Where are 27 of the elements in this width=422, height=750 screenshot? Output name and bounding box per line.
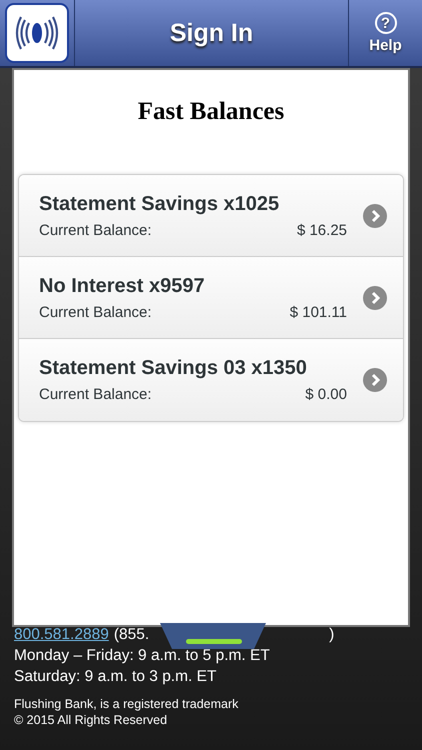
hours-text: Monday – Friday: 9 a.m. to 5 p.m. ET: [14, 646, 271, 666]
chevron-right-icon: [363, 368, 387, 392]
balance-label: Current Balance:: [39, 222, 152, 238]
balance-label: Current Balance:: [39, 304, 152, 320]
account-name: Statement Savings 03 x1350: [39, 357, 308, 380]
legal-text: © 2015 All Rights Reserved: [14, 712, 168, 728]
screen-title: Sign In: [170, 18, 254, 48]
account-row[interactable]: No Interest x9597 Current Balance: $ 101.11: [19, 257, 403, 339]
account-name: Statement Savings x1025: [39, 192, 280, 216]
hours-text: Saturday: 9 a.m. to 3 p.m. ET: [14, 667, 218, 687]
balance-label: Current Balance:: [39, 386, 152, 403]
account-row[interactable]: Statement Savings 03 x1350 Current Balance: $ 0.00: [19, 339, 403, 421]
chevron-right-icon: [363, 286, 387, 310]
balance-amount: $ 16.25: [296, 222, 347, 238]
help-button[interactable]: ? Help: [348, 0, 422, 66]
phone-text: (855.: [114, 625, 150, 645]
account-name: No Interest x9597: [39, 274, 206, 298]
legal-text: Flushing Bank, is a registered trademark: [14, 696, 240, 712]
phone-link[interactable]: 800.581.2889: [14, 624, 109, 645]
account-row[interactable]: Statement Savings x1025 Current Balance: $ 16.25: [19, 175, 403, 257]
balance-amount: $ 101.11: [290, 304, 347, 320]
bank-logo[interactable]: [5, 3, 69, 63]
panel-title: Fast Balances: [136, 98, 286, 126]
chevron-right-icon: [363, 204, 387, 228]
drawer-handle[interactable]: [160, 623, 266, 649]
phone-text: ): [329, 625, 334, 645]
balance-amount: $ 0.00: [305, 386, 347, 403]
